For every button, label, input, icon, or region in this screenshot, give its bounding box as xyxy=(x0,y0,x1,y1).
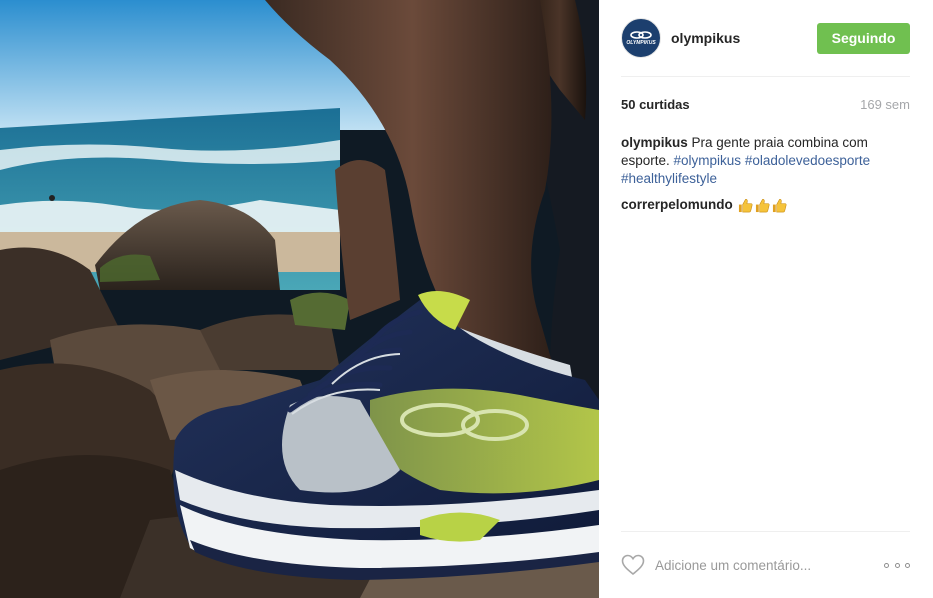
footer-divider xyxy=(621,531,910,532)
post-caption: olympikus Pra gente praia combina com es… xyxy=(621,134,910,188)
post-footer xyxy=(621,550,910,580)
following-button[interactable]: Seguindo xyxy=(817,22,910,54)
post-photo[interactable] xyxy=(0,0,599,598)
username-link[interactable]: olympikus xyxy=(671,30,817,46)
caption-author-link[interactable]: olympikus xyxy=(621,135,688,150)
olympikus-logo-icon: OLYMPIKUS xyxy=(626,31,656,46)
thumbs-up-icon xyxy=(738,198,753,212)
thumbs-up-icon xyxy=(755,198,770,212)
svg-text:OLYMPIKUS: OLYMPIKUS xyxy=(626,40,656,46)
header-divider xyxy=(621,76,910,77)
beach-shoe-photo xyxy=(0,0,599,598)
avatar[interactable]: OLYMPIKUS xyxy=(621,18,661,58)
post-header: OLYMPIKUS olympikus Seguindo xyxy=(621,17,910,59)
hashtag-healthylifestyle[interactable]: #healthylifestyle xyxy=(621,171,717,186)
hashtag-oladolevedoesporte[interactable]: #oladolevedoesporte xyxy=(745,153,870,168)
post-time[interactable]: 169 sem xyxy=(860,97,910,112)
thumbs-up-icon xyxy=(772,198,787,212)
comment-input[interactable] xyxy=(655,553,884,577)
post-sidebar: OLYMPIKUS olympikus Seguindo 50 curtidas… xyxy=(599,0,933,598)
dot-icon xyxy=(884,562,889,568)
comment-item: correrpelomundo xyxy=(621,196,910,214)
dot-icon xyxy=(894,562,900,568)
more-options-icon[interactable] xyxy=(884,560,910,570)
post-stats: 50 curtidas 169 sem xyxy=(621,97,910,112)
dot-icon xyxy=(905,562,910,568)
hashtag-olympikus[interactable]: #olympikus xyxy=(674,153,742,168)
comment-author-link[interactable]: correrpelomundo xyxy=(621,196,733,214)
likes-count[interactable]: 50 curtidas xyxy=(621,97,690,112)
heart-icon[interactable] xyxy=(621,554,645,576)
